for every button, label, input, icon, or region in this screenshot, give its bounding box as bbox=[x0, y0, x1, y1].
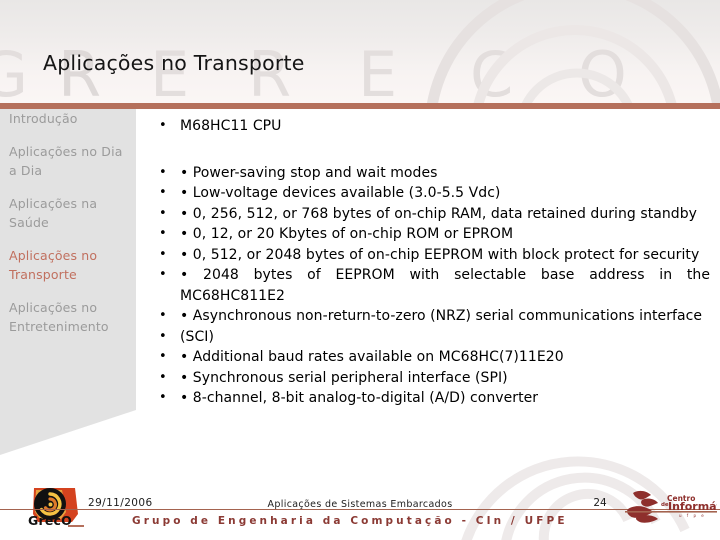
svg-text:u f p e: u f p e bbox=[679, 513, 706, 518]
watermark-letter-g: G bbox=[0, 38, 29, 103]
sidebar-item-saude[interactable]: Aplicações na Saúde bbox=[0, 194, 136, 232]
bullet-item: • 0, 256, 512, or 768 bytes of on-chip R… bbox=[150, 204, 710, 225]
bullet-item: • Asynchronous non-return-to-zero (NRZ) … bbox=[150, 306, 710, 327]
page-title: Aplicações no Transporte bbox=[43, 51, 305, 75]
sidebar-item-entretenimento[interactable]: Aplicações no Entretenimento bbox=[0, 298, 136, 336]
sidebar-item-introducao[interactable]: Introdução bbox=[0, 109, 136, 128]
bullet-item: • 0, 12, or 20 Kbytes of on-chip ROM or … bbox=[150, 224, 710, 245]
bullet-item: • 2048 bytes of EEPROM with selectable b… bbox=[150, 265, 710, 306]
bullet-item: • 0, 512, or 2048 bytes of on-chip EEPRO… bbox=[150, 245, 710, 266]
sidebar-nav: Introdução Aplicações no Dia a Dia Aplic… bbox=[0, 109, 136, 350]
sidebar-item-transporte[interactable]: Aplicações no Transporte bbox=[0, 246, 136, 284]
slide-header: G R E R E C O Aplicações no Transporte bbox=[0, 0, 720, 103]
bullet-list: M68HC11 CPU • Power-saving stop and wait… bbox=[150, 116, 710, 409]
slide-body: M68HC11 CPU • Power-saving stop and wait… bbox=[150, 116, 710, 409]
cin-logo-icon: Centro de Informática u f p e bbox=[625, 487, 720, 527]
bullet-item: (SCI) bbox=[150, 327, 710, 348]
sidebar-item-dia-a-dia[interactable]: Aplicações no Dia a Dia bbox=[0, 142, 136, 180]
bullet-item: M68HC11 CPU bbox=[150, 116, 710, 137]
bullet-item: • Synchronous serial peripheral interfac… bbox=[150, 368, 710, 389]
footer-department-band: Grupo de Engenharia da Computação - CIn … bbox=[132, 515, 568, 527]
bullet-item: • Power-saving stop and wait modes bbox=[150, 163, 710, 184]
header-spiral-watermark bbox=[420, 0, 720, 103]
greco-logo-label: GrecO bbox=[28, 513, 72, 528]
bullet-item: • 8-channel, 8-bit analog-to-digital (A/… bbox=[150, 388, 710, 409]
bullet-item: • Low-voltage devices available (3.0-5.5… bbox=[150, 183, 710, 204]
page-number: 24 bbox=[593, 497, 607, 509]
slide-canvas: G R E R E C O Aplicações no Transporte I… bbox=[0, 0, 720, 540]
bullet-item: • Additional baud rates available on MC6… bbox=[150, 347, 710, 368]
watermark-letter-e2: E bbox=[358, 38, 398, 103]
